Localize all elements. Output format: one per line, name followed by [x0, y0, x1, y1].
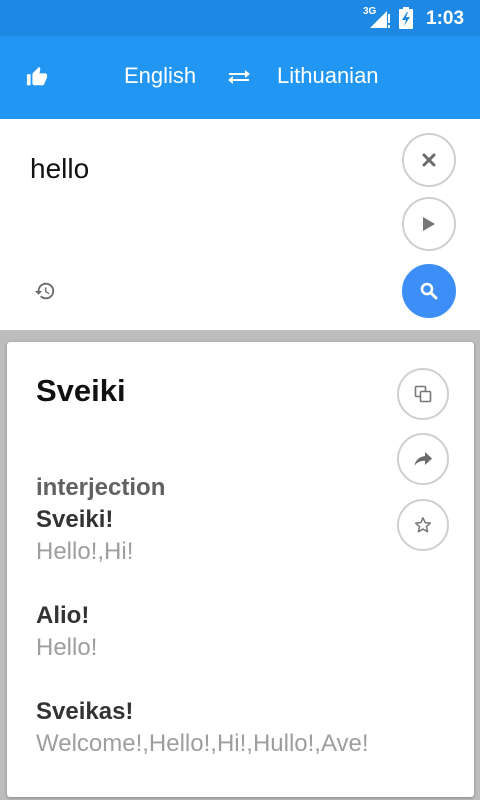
share-button[interactable] — [397, 433, 449, 485]
target-language-button[interactable]: Lithuanian — [277, 63, 379, 89]
main-translation: Sveiki — [36, 373, 126, 408]
close-icon — [422, 153, 436, 167]
status-bar: 3G 1:03 — [0, 0, 480, 36]
search-icon — [420, 282, 438, 300]
search-button[interactable] — [402, 264, 456, 318]
copy-icon — [414, 385, 432, 403]
part-of-speech: interjection — [36, 474, 166, 501]
entry-meaning: Hello!,Hi! — [36, 538, 134, 565]
thumbs-up-icon[interactable] — [26, 66, 48, 88]
clear-button[interactable] — [402, 133, 456, 187]
star-icon — [414, 517, 432, 533]
input-panel: hello — [0, 119, 480, 330]
source-language-button[interactable]: English — [124, 63, 196, 89]
app-toolbar: English Lithuanian — [0, 36, 480, 119]
signal-icon — [370, 11, 390, 28]
share-icon — [414, 452, 432, 466]
play-audio-button[interactable] — [402, 197, 456, 251]
copy-button[interactable] — [397, 368, 449, 420]
entry-word: Sveikas! — [36, 698, 134, 725]
translation-result-card: Sveiki interjection Sveiki! Hello!,Hi! A… — [7, 342, 474, 797]
favorite-button[interactable] — [397, 499, 449, 551]
clock: 1:03 — [426, 8, 465, 29]
history-icon[interactable] — [34, 280, 56, 302]
entry-meaning: Hello! — [36, 634, 98, 661]
battery-icon — [399, 7, 413, 29]
entry-word: Alio! — [36, 602, 90, 629]
entry-word: Sveiki! — [36, 506, 114, 533]
input-text-field[interactable]: hello — [30, 153, 89, 185]
entry-meaning: Welcome!,Hello!,Hi!,Hullo!,Ave! — [36, 730, 369, 757]
swap-arrows-icon[interactable] — [227, 65, 251, 89]
play-icon — [423, 217, 435, 231]
